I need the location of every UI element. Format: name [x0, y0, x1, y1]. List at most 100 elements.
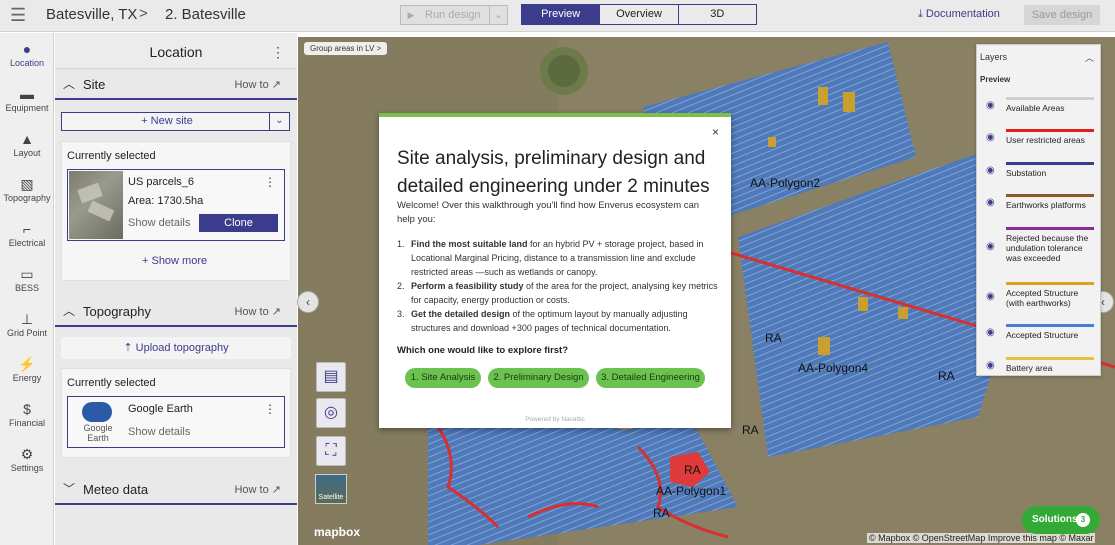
view-tabs: Preview Overview 3D: [521, 4, 757, 25]
layers-panel: Layers ︿ Preview ◉ Available Areas ◉ User …: [976, 44, 1101, 376]
site-thumbnail: [69, 171, 123, 239]
locate-button[interactable]: ◎: [316, 398, 346, 428]
rail-bess[interactable]: ▭ BESS: [0, 266, 54, 293]
show-details-link[interactable]: Show details: [128, 426, 190, 438]
ra-label: RA: [742, 423, 759, 437]
rail-financial[interactable]: $ Financial: [0, 401, 54, 428]
kebab-menu-icon[interactable]: ⋮: [264, 175, 276, 189]
modal-question: Which one would like to explore first?: [397, 345, 569, 356]
preliminary-design-button[interactable]: 2. Preliminary Design: [488, 368, 589, 388]
download-icon: ⤓: [918, 8, 926, 20]
group-areas-chip[interactable]: Group areas in LV >: [304, 42, 388, 55]
breadcrumb-design[interactable]: 2. Batesville: [165, 6, 246, 23]
polygon-label-2: AA-Polygon2: [750, 176, 820, 190]
chevron-left-icon[interactable]: ‹: [297, 291, 319, 313]
chevron-up-icon[interactable]: ︿: [63, 75, 75, 92]
site-selected-card: Currently selected US parcels_6 Area: 17…: [61, 141, 291, 281]
fullscreen-button[interactable]: ⛶: [316, 436, 346, 466]
show-details-link[interactable]: Show details: [128, 217, 190, 229]
modal-title: Site analysis, preliminary design and de…: [397, 148, 710, 197]
topography-howto-link[interactable]: How to ↗: [234, 305, 281, 318]
eye-icon: ◉: [986, 165, 995, 176]
menu-icon[interactable]: ☰: [10, 6, 30, 24]
external-link-icon: ↗: [271, 79, 281, 91]
tab-overview[interactable]: Overview: [600, 5, 679, 24]
run-design-button[interactable]: ▶ Run design ⌄: [400, 5, 508, 25]
rail-location[interactable]: ● Location: [0, 41, 54, 68]
chevron-down-icon[interactable]: ⌄: [489, 6, 507, 24]
rail-energy[interactable]: ⚡ Energy: [0, 356, 54, 383]
topography-name: Google Earth: [128, 403, 193, 415]
eye-icon: ◉: [986, 291, 995, 302]
breadcrumb-project[interactable]: Batesville, TX: [46, 6, 137, 23]
topography-section-header[interactable]: ︿ Topography How to ↗: [55, 297, 297, 327]
satellite-toggle[interactable]: Satellite: [315, 474, 347, 504]
list-item: 1. Find the most suitable land for an hyb…: [397, 239, 704, 277]
tab-preview[interactable]: Preview: [522, 5, 601, 24]
site-howto-link[interactable]: How to ↗: [234, 78, 281, 91]
google-earth-logo: [82, 402, 112, 422]
chevron-up-icon[interactable]: ︿: [63, 302, 75, 319]
chevron-down-icon[interactable]: ⌄: [269, 113, 289, 130]
eye-icon: ◉: [986, 360, 995, 371]
settings-icon: ⚙: [20, 446, 34, 462]
electrical-icon: ⌐: [22, 221, 32, 237]
legend-toggle-button[interactable]: ▤: [316, 362, 346, 392]
selected-topography[interactable]: Google Earth Google Earth Show details ⋮: [67, 396, 285, 448]
polygon-label-4: AA-Polygon4: [798, 361, 868, 375]
polygon-label-1: AA-Polygon1: [656, 484, 726, 498]
map-attribution[interactable]: © Mapbox © OpenStreetMap Improve this ma…: [867, 533, 1096, 543]
upload-icon: ⇡: [123, 342, 136, 354]
meteo-section-header[interactable]: ﹀ Meteo data How to ↗: [55, 475, 297, 505]
rail-equipment[interactable]: ▬ Equipment: [0, 86, 54, 113]
site-section-header[interactable]: ︿ Site How to ↗: [55, 70, 297, 100]
rail-topography[interactable]: ▧ Topography: [0, 176, 54, 203]
rail-grid-point[interactable]: ⊥ Grid Point: [0, 311, 54, 338]
rail-layout[interactable]: ▲ Layout: [0, 131, 54, 158]
chevron-down-icon[interactable]: ﹀: [63, 480, 75, 497]
external-link-icon: ↗: [271, 306, 281, 318]
fullscreen-icon: ⛶: [325, 442, 337, 459]
layers-title: Layers: [980, 52, 1008, 62]
selected-site[interactable]: US parcels_6 Area: 1730.5ha Show details…: [67, 169, 285, 241]
save-design-button[interactable]: Save design: [1024, 5, 1100, 25]
upload-topography-button[interactable]: ⇡ Upload topography: [61, 337, 291, 359]
eye-icon: ◉: [986, 197, 995, 208]
external-link-icon: ↗: [271, 484, 281, 496]
topography-selected-card: Currently selected Google Earth Google E…: [61, 368, 291, 458]
currently-selected-label: Currently selected: [67, 150, 156, 162]
breadcrumb-separator: >: [139, 5, 148, 22]
location-panel: Location ⋮ ︿ Site How to ↗ + New site ⌄ …: [55, 33, 297, 545]
solutions-button[interactable]: Solutions 3: [1022, 506, 1100, 534]
site-area: Area: 1730.5ha: [128, 195, 204, 207]
solutions-count: 3: [1076, 513, 1090, 527]
location-pin-icon: ●: [22, 41, 32, 57]
detailed-engineering-button[interactable]: 3. Detailed Engineering: [596, 368, 705, 388]
play-icon: ▶: [407, 9, 415, 20]
site-analysis-button[interactable]: 1. Site Analysis: [405, 368, 481, 388]
panel-title: Location: [55, 33, 297, 69]
tab-3d[interactable]: 3D: [679, 5, 756, 24]
kebab-menu-icon[interactable]: ⋮: [271, 44, 285, 61]
mapbox-logo: mapbox: [314, 525, 361, 539]
meteo-howto-link[interactable]: How to ↗: [234, 483, 281, 496]
ra-label: RA: [653, 506, 670, 520]
list-item: 2. Perform a feasibility study of the are…: [397, 281, 718, 305]
kebab-menu-icon[interactable]: ⋮: [264, 402, 276, 416]
ra-label: RA: [765, 331, 782, 345]
rail-electrical[interactable]: ⌐ Electrical: [0, 221, 54, 248]
grid-point-icon: ⊥: [20, 311, 34, 327]
bess-icon: ▭: [20, 266, 34, 282]
chevron-up-icon[interactable]: ︿: [1085, 51, 1094, 64]
clone-button[interactable]: Clone: [199, 214, 278, 232]
ra-label: RA: [938, 369, 955, 383]
rail-settings[interactable]: ⚙ Settings: [0, 446, 54, 473]
documentation-link[interactable]: ⤓ Documentation: [918, 8, 1000, 21]
new-site-button[interactable]: + New site ⌄: [61, 112, 290, 131]
close-icon[interactable]: ×: [712, 125, 719, 139]
top-bar: ☰ Batesville, TX > 2. Batesville ▶ Run d…: [0, 0, 1115, 32]
table-icon: ▤: [323, 368, 339, 385]
layers-preview-label: Preview: [980, 75, 1011, 84]
show-more-link[interactable]: + Show more: [142, 255, 207, 267]
target-icon: ◎: [324, 404, 338, 421]
